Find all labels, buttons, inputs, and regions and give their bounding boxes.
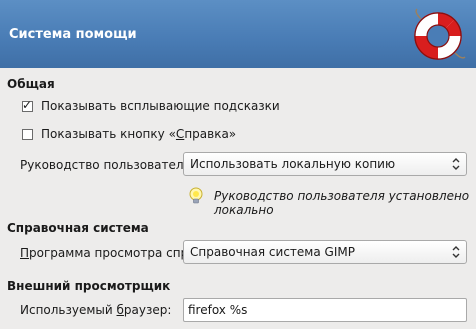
tooltips-checkbox-row[interactable]: ✓ Показывать всплывающие подсказки (22, 97, 280, 113)
section-help-system-title: Справочная система (7, 221, 149, 235)
page-title: Система помощи (9, 27, 137, 42)
manual-info-text: Руководство пользователя установлено лок… (214, 189, 470, 217)
page-header: Система помощи (0, 0, 476, 68)
manual-combo-value: Использовать локальную копию (190, 157, 396, 171)
updown-arrows-icon (452, 158, 460, 170)
help-button-checkbox[interactable] (22, 128, 33, 140)
browser-label-row: Используемый браузер: (20, 303, 171, 317)
lightbulb-info-icon (189, 187, 203, 204)
manual-combo[interactable]: Использовать локальную копию (183, 152, 467, 176)
manual-label: Руководство пользователя: (20, 158, 195, 172)
viewer-combo-value: Справочная система GIMP (190, 245, 355, 259)
browser-command-value: firefox %s (188, 303, 248, 317)
tooltips-checkbox-label: Показывать всплывающие подсказки (41, 99, 280, 113)
manual-label-row: Руководство пользователя: (20, 158, 195, 172)
browser-label: Используемый браузер: (20, 303, 172, 317)
updown-arrows-icon (452, 246, 460, 258)
check-icon: ✓ (22, 97, 33, 112)
tooltips-checkbox[interactable]: ✓ (22, 97, 33, 112)
section-external-browser-title: Внешний просмотрщик (7, 279, 171, 293)
lifebuoy-icon (414, 8, 466, 60)
section-general-title: Общая (7, 77, 55, 91)
help-button-checkbox-label: Показывать кнопку «Справка» (41, 127, 237, 141)
viewer-combo[interactable]: Справочная система GIMP (183, 240, 467, 264)
help-button-checkbox-row[interactable]: Показывать кнопку «Справка» (22, 127, 236, 141)
browser-command-input[interactable]: firefox %s (183, 298, 467, 322)
